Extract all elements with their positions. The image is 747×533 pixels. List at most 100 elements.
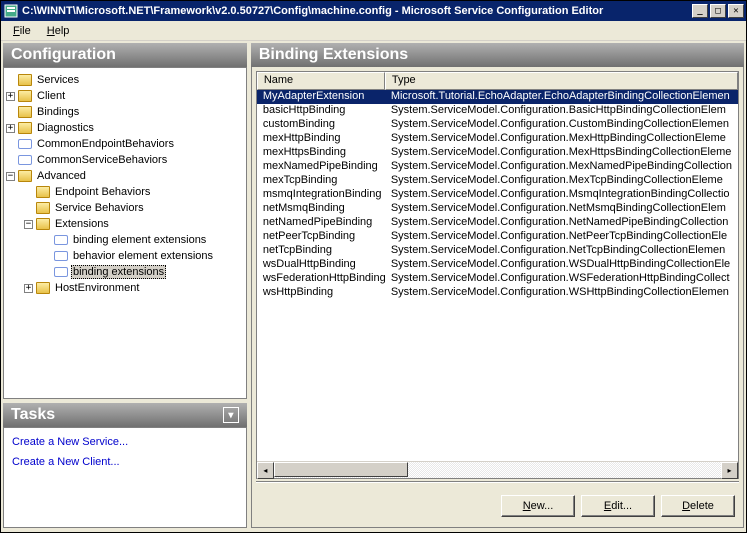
- list-row[interactable]: msmqIntegrationBindingSystem.ServiceMode…: [257, 188, 738, 202]
- tree-binding-element-extensions[interactable]: binding element extensions: [42, 232, 244, 248]
- binding-extensions-list[interactable]: Name Type MyAdapterExtensionMicrosoft.Tu…: [256, 71, 739, 479]
- cell-name: mexTcpBinding: [257, 174, 385, 188]
- task-new-service[interactable]: Create a New Service...: [6, 432, 244, 452]
- cell-type: System.ServiceModel.Configuration.NetPee…: [385, 230, 738, 244]
- list-row[interactable]: netTcpBindingSystem.ServiceModel.Configu…: [257, 244, 738, 258]
- chevron-down-icon[interactable]: ▾: [223, 407, 239, 423]
- cell-name: msmqIntegrationBinding: [257, 188, 385, 202]
- cell-name: netTcpBinding: [257, 244, 385, 258]
- collapse-icon[interactable]: −: [6, 172, 15, 181]
- folder-icon: [18, 106, 32, 118]
- cell-name: mexNamedPipeBinding: [257, 160, 385, 174]
- button-row: New... Edit... Delete: [256, 487, 739, 523]
- list-row[interactable]: netMsmqBindingSystem.ServiceModel.Config…: [257, 202, 738, 216]
- cell-type: System.ServiceModel.Configuration.MexNam…: [385, 160, 738, 174]
- folder-icon: [18, 90, 32, 102]
- list-row[interactable]: mexHttpBindingSystem.ServiceModel.Config…: [257, 132, 738, 146]
- delete-button[interactable]: Delete: [661, 495, 735, 517]
- cell-type: System.ServiceModel.Configuration.Custom…: [385, 118, 738, 132]
- folder-icon: [18, 74, 32, 86]
- minimize-button[interactable]: _: [692, 4, 708, 18]
- cell-name: basicHttpBinding: [257, 104, 385, 118]
- expander-icon[interactable]: +: [6, 124, 15, 133]
- tree-endpoint-behaviors[interactable]: Endpoint Behaviors: [24, 184, 244, 200]
- configuration-title: Configuration: [11, 46, 116, 64]
- tree-service-behaviors[interactable]: Service Behaviors: [24, 200, 244, 216]
- tree-common-endpoint-behaviors[interactable]: CommonEndpointBehaviors: [6, 136, 244, 152]
- col-header-type[interactable]: Type: [385, 72, 738, 90]
- cell-type: System.ServiceModel.Configuration.WSDual…: [385, 258, 738, 272]
- separator: [256, 481, 739, 483]
- cell-type: System.ServiceModel.Configuration.MexHtt…: [385, 146, 738, 160]
- cell-name: wsHttpBinding: [257, 286, 385, 300]
- folder-icon: [36, 218, 50, 230]
- list-row[interactable]: customBindingSystem.ServiceModel.Configu…: [257, 118, 738, 132]
- list-row[interactable]: mexNamedPipeBindingSystem.ServiceModel.C…: [257, 160, 738, 174]
- scroll-right-icon[interactable]: ▸: [721, 462, 738, 479]
- cell-name: netNamedPipeBinding: [257, 216, 385, 230]
- folder-icon: [36, 282, 50, 294]
- right-panel-title: Binding Extensions: [259, 46, 408, 64]
- scroll-track[interactable]: [274, 462, 721, 478]
- tree-advanced[interactable]: −Advanced: [6, 168, 244, 184]
- collapse-icon[interactable]: −: [24, 220, 33, 229]
- close-button[interactable]: ✕: [728, 4, 744, 18]
- tree-services[interactable]: Services: [6, 72, 244, 88]
- cell-type: System.ServiceModel.Configuration.MsmqIn…: [385, 188, 738, 202]
- app-icon: [3, 3, 19, 19]
- scroll-left-icon[interactable]: ◂: [257, 462, 274, 479]
- cell-type: Microsoft.Tutorial.EchoAdapter.EchoAdapt…: [385, 90, 738, 104]
- list-row[interactable]: wsHttpBindingSystem.ServiceModel.Configu…: [257, 286, 738, 300]
- list-row[interactable]: netPeerTcpBindingSystem.ServiceModel.Con…: [257, 230, 738, 244]
- configuration-header: Configuration: [3, 43, 247, 67]
- horizontal-scrollbar[interactable]: ◂ ▸: [257, 461, 738, 478]
- cell-type: System.ServiceModel.Configuration.NetMsm…: [385, 202, 738, 216]
- window-title: C:\WINNT\Microsoft.NET\Framework\v2.0.50…: [22, 5, 692, 17]
- list-row[interactable]: mexHttpsBindingSystem.ServiceModel.Confi…: [257, 146, 738, 160]
- folder-icon: [18, 122, 32, 134]
- tree-common-service-behaviors[interactable]: CommonServiceBehaviors: [6, 152, 244, 168]
- tasks-body: Create a New Service... Create a New Cli…: [3, 427, 247, 528]
- scroll-thumb[interactable]: [274, 462, 408, 477]
- tree-extensions[interactable]: −Extensions: [24, 216, 244, 232]
- maximize-button[interactable]: □: [710, 4, 726, 18]
- new-button[interactable]: New...: [501, 495, 575, 517]
- cell-name: netPeerTcpBinding: [257, 230, 385, 244]
- list-row[interactable]: wsFederationHttpBindingSystem.ServiceMod…: [257, 272, 738, 286]
- list-row[interactable]: basicHttpBindingSystem.ServiceModel.Conf…: [257, 104, 738, 118]
- cell-name: mexHttpsBinding: [257, 146, 385, 160]
- col-header-name[interactable]: Name: [257, 72, 385, 90]
- node-icon: [18, 139, 32, 149]
- tree-bindings[interactable]: Bindings: [6, 104, 244, 120]
- menu-file[interactable]: File: [7, 23, 37, 39]
- expander-icon[interactable]: +: [24, 284, 33, 293]
- list-row[interactable]: MyAdapterExtensionMicrosoft.Tutorial.Ech…: [257, 90, 738, 104]
- cell-type: System.ServiceModel.Configuration.WSHttp…: [385, 286, 738, 300]
- expander-icon[interactable]: +: [6, 92, 15, 101]
- cell-type: System.ServiceModel.Configuration.WSFede…: [385, 272, 738, 286]
- tree-binding-extensions[interactable]: binding extensions: [42, 264, 244, 280]
- tree-behavior-element-extensions[interactable]: behavior element extensions: [42, 248, 244, 264]
- folder-icon: [18, 170, 32, 182]
- list-row[interactable]: wsDualHttpBindingSystem.ServiceModel.Con…: [257, 258, 738, 272]
- configuration-tree[interactable]: Services +Client Bindings +Diagnostics C…: [3, 67, 247, 399]
- list-header: Name Type: [257, 72, 738, 90]
- list-row[interactable]: mexTcpBindingSystem.ServiceModel.Configu…: [257, 174, 738, 188]
- list-row[interactable]: netNamedPipeBindingSystem.ServiceModel.C…: [257, 216, 738, 230]
- cell-name: mexHttpBinding: [257, 132, 385, 146]
- cell-type: System.ServiceModel.Configuration.NetTcp…: [385, 244, 738, 258]
- tasks-title: Tasks: [11, 406, 55, 424]
- edit-button[interactable]: Edit...: [581, 495, 655, 517]
- tree-diagnostics[interactable]: +Diagnostics: [6, 120, 244, 136]
- cell-type: System.ServiceModel.Configuration.MexTcp…: [385, 174, 738, 188]
- cell-name: customBinding: [257, 118, 385, 132]
- cell-type: System.ServiceModel.Configuration.NetNam…: [385, 216, 738, 230]
- tree-host-environment[interactable]: +HostEnvironment: [24, 280, 244, 296]
- menu-help[interactable]: Help: [41, 23, 76, 39]
- folder-icon: [36, 202, 50, 214]
- cell-name: MyAdapterExtension: [257, 90, 385, 104]
- node-icon: [54, 235, 68, 245]
- task-new-client[interactable]: Create a New Client...: [6, 452, 244, 472]
- cell-name: netMsmqBinding: [257, 202, 385, 216]
- tree-client[interactable]: +Client: [6, 88, 244, 104]
